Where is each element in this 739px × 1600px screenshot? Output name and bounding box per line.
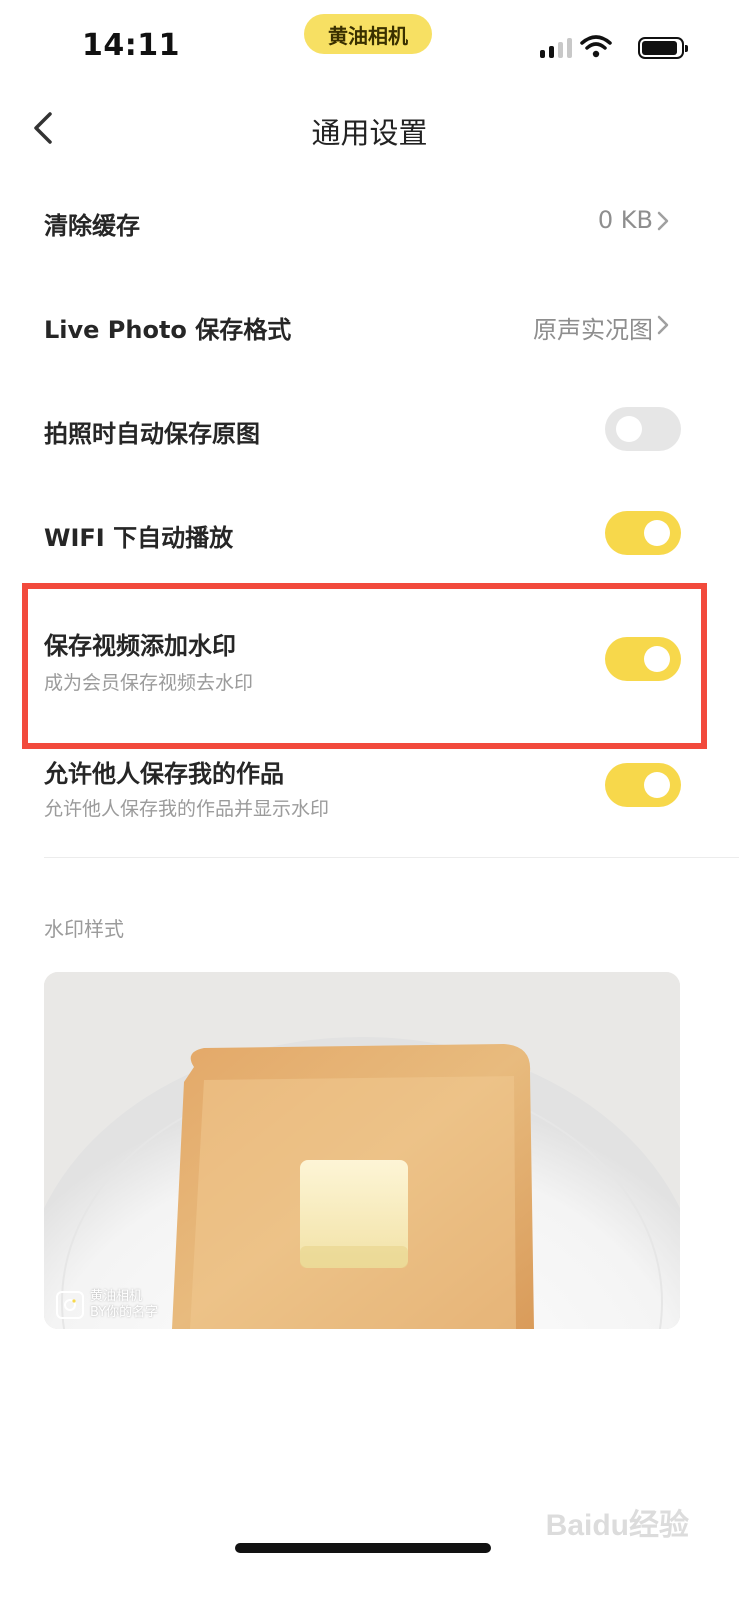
status-time: 14:11 [82, 28, 180, 63]
chevron-right-icon [657, 315, 669, 335]
watermark-author-text: BY你的名字 [90, 1305, 159, 1320]
camera-logo-icon [56, 1291, 84, 1319]
baidu-experience-watermark: Baidu经验 [545, 1509, 689, 1542]
highlight-annotation-box [22, 583, 707, 749]
wifi-autoplay-toggle[interactable] [605, 511, 681, 555]
cellular-signal-icon [540, 38, 572, 58]
auto-save-original-toggle[interactable] [605, 407, 681, 451]
wifi-icon [580, 35, 612, 58]
setting-title: 拍照时自动保存原图 [44, 420, 260, 448]
setting-title: 允许他人保存我的作品 [44, 760, 284, 788]
setting-title: 清除缓存 [44, 212, 140, 240]
section-divider [44, 857, 739, 858]
watermark-preview-card[interactable]: 黄油相机 BY你的名字 [44, 972, 680, 1329]
live-photo-format-value: 原声实况图 [533, 316, 653, 344]
setting-title: WIFI 下自动播放 [44, 524, 234, 552]
toast-preview-image [44, 972, 680, 1329]
chevron-right-icon [657, 211, 669, 231]
preview-watermark: 黄油相机 BY你的名字 [56, 1289, 158, 1321]
setting-subtitle: 允许他人保存我的作品并显示水印 [44, 798, 330, 820]
battery-icon [638, 37, 688, 59]
allow-others-save-toggle[interactable] [605, 763, 681, 807]
setting-title: Live Photo 保存格式 [44, 316, 292, 344]
cache-size-value: 0 KB [597, 206, 653, 234]
page-title: 通用设置 [311, 116, 428, 150]
watermark-style-label: 水印样式 [44, 917, 124, 941]
app-indicator-pill[interactable]: 黄油相机 [304, 14, 432, 54]
watermark-brand-text: 黄油相机 [90, 1289, 143, 1304]
home-indicator[interactable] [235, 1543, 491, 1553]
